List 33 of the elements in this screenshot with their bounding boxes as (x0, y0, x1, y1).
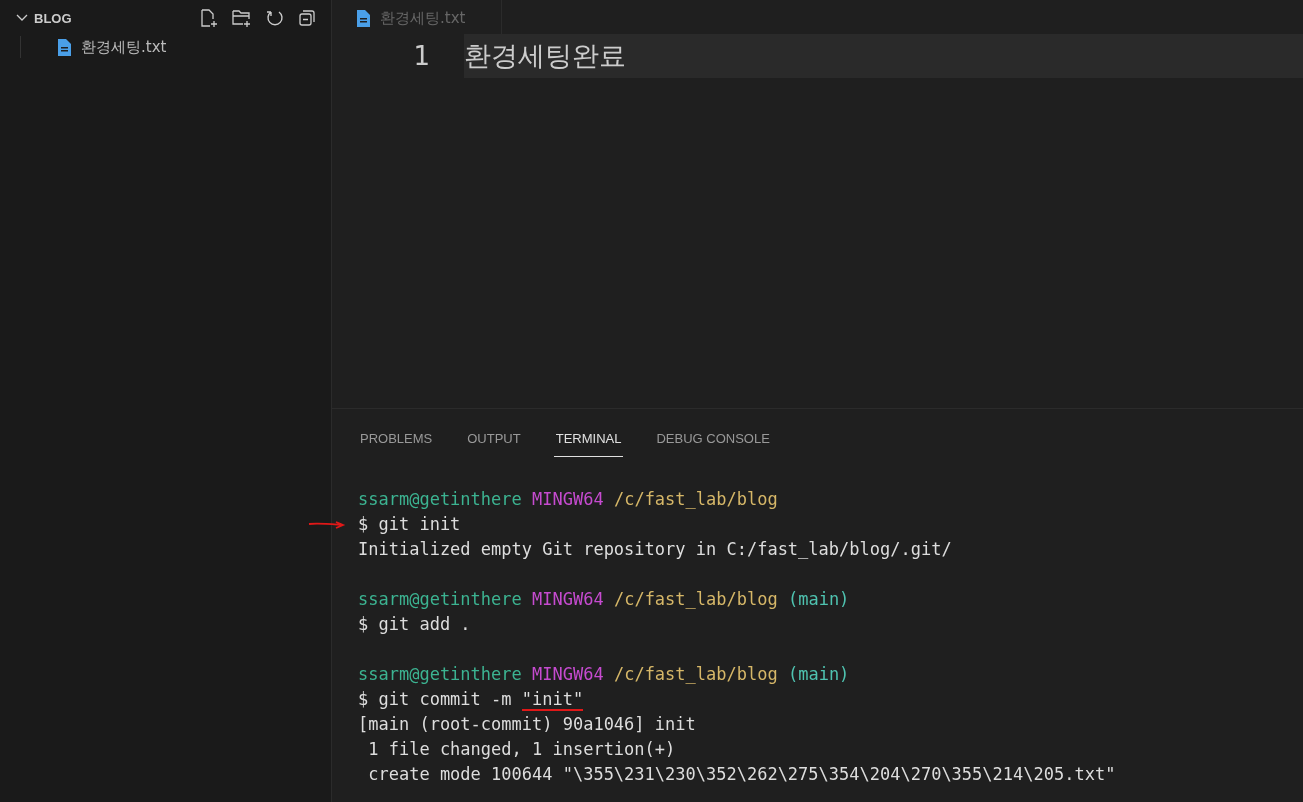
terminal-output: create mode 100644 "\355\231\230\352\262\275\354\204\270\355\214\205.txt" (367, 764, 1116, 784)
chevron-down-icon[interactable] (16, 14, 28, 22)
refresh-icon[interactable] (265, 8, 285, 28)
panel-tab[interactable]: DEBUG CONSOLE (654, 431, 772, 457)
terminal-command: $ git init (358, 514, 461, 534)
prompt-system: MINGW64 (532, 489, 604, 509)
panel-tab[interactable]: PROBLEMS (358, 431, 435, 457)
line-number: 1 (412, 41, 430, 71)
file-icon (57, 38, 71, 56)
prompt-branch: (main) (787, 664, 850, 684)
panel-tab[interactable]: OUTPUT (465, 431, 523, 457)
collapse-all-icon[interactable] (297, 8, 317, 28)
prompt-path: /c/fast_lab/blog (613, 589, 778, 609)
file-icon (356, 9, 370, 27)
panel-tab[interactable]: TERMINAL (553, 431, 624, 457)
file-item[interactable]: 환경세팅.txt (20, 36, 331, 58)
prompt-branch: (main) (787, 589, 850, 609)
code-line: 환경세팅완료 (464, 39, 626, 73)
explorer-title: BLOG (34, 10, 72, 26)
prompt-path: /c/fast_lab/blog (613, 489, 778, 509)
prompt-user: ssarm@getinthere (358, 664, 522, 684)
prompt-user: ssarm@getinthere (358, 489, 522, 509)
new-file-icon[interactable] (199, 8, 219, 28)
prompt-user: ssarm@getinthere (358, 589, 522, 609)
new-folder-icon[interactable] (231, 8, 253, 28)
prompt-system: MINGW64 (532, 589, 604, 609)
terminal-command: $ git add . (358, 614, 471, 634)
prompt-system: MINGW64 (532, 664, 604, 684)
terminal-command: $ git commit -m "init" (358, 689, 584, 711)
terminal-output: 1 file changed, 1 insertion(+) (367, 739, 676, 759)
terminal-output: Initialized empty Git repository in C:/fast_lab/blog/.git/ (358, 539, 952, 559)
prompt-path: /c/fast_lab/blog (613, 664, 778, 684)
terminal-output: [main (root-commit) 90a1046] init (358, 714, 696, 734)
